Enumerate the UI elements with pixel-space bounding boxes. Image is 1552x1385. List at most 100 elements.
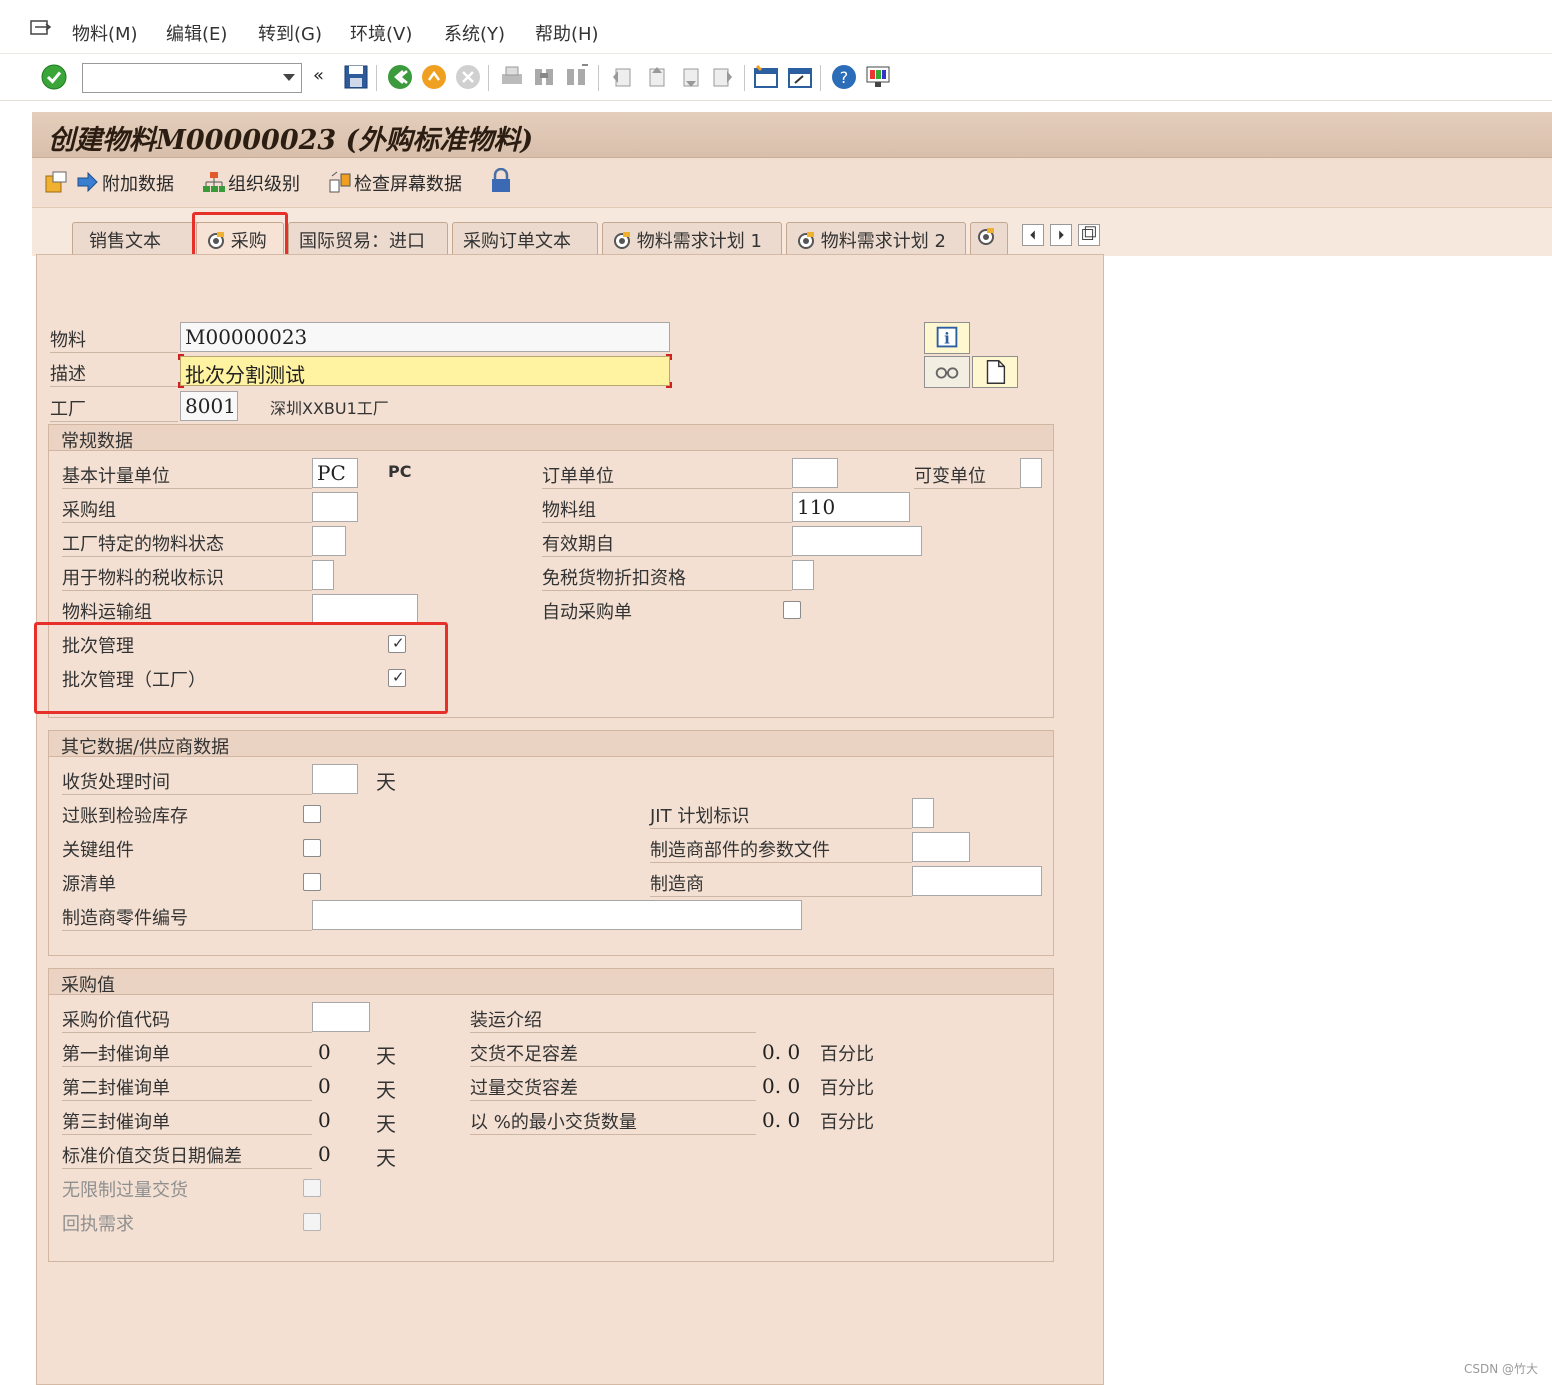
menu-material[interactable]: 物料(M) <box>72 20 138 46</box>
tab-label: 物料需求计划 2 <box>820 231 946 252</box>
mpn-field[interactable] <box>312 900 802 930</box>
reminder-1-label: 第一封催询单 <box>62 1040 312 1067</box>
double-chevron-left-icon[interactable]: « <box>313 65 324 86</box>
shortcut-icon[interactable] <box>786 63 814 91</box>
material-field[interactable]: M00000023 <box>180 322 670 352</box>
find-icon[interactable] <box>530 63 558 91</box>
reminder-3-label: 第三封催询单 <box>62 1108 312 1135</box>
document-icon <box>986 360 1006 384</box>
tab-po-text[interactable]: 采购订单文本 <box>452 222 598 254</box>
tab-foreign-trade-import[interactable]: 国际贸易：进口 <box>288 222 448 254</box>
overdelivery-tolerance-label: 过量交货容差 <box>470 1074 756 1101</box>
chevron-down-icon[interactable] <box>283 74 295 81</box>
document-button[interactable] <box>972 356 1018 388</box>
back-green-icon[interactable] <box>386 63 414 91</box>
find-next-icon[interactable] <box>562 63 590 91</box>
cancel-icon[interactable] <box>454 63 482 91</box>
source-list-label: 源清单 <box>62 874 116 895</box>
lock-icon[interactable] <box>490 168 512 194</box>
description-field[interactable]: 批次分割测试 <box>180 356 670 387</box>
menu-goto[interactable]: 转到(G) <box>258 20 322 46</box>
command-input[interactable] <box>83 64 273 90</box>
tab-status-icon <box>978 228 994 245</box>
print-icon[interactable] <box>498 63 526 91</box>
menu-system[interactable]: 系统(Y) <box>444 20 505 46</box>
views-icon[interactable] <box>44 170 68 194</box>
glasses-button[interactable] <box>924 356 970 388</box>
order-unit-field[interactable] <box>792 458 838 488</box>
min-delivery-qty-label: 以 %的最小交货数量 <box>470 1108 756 1135</box>
org-structure-icon[interactable] <box>202 170 226 194</box>
create-session-icon[interactable] <box>752 63 780 91</box>
menu-edit[interactable]: 编辑(E) <box>166 20 227 46</box>
gr-processing-time-unit: 天 <box>376 770 396 794</box>
org-levels-button[interactable]: 组织级别 <box>228 170 300 196</box>
arrow-right-icon[interactable] <box>76 172 98 192</box>
tab-mrp-1[interactable]: 物料需求计划 1 <box>602 222 782 254</box>
exit-icon[interactable] <box>420 63 448 91</box>
variable-unit-field[interactable] <box>1020 458 1042 488</box>
std-delivery-deviation-label: 标准价值交货日期偏差 <box>62 1142 312 1169</box>
group-title: 常规数据 <box>49 425 1053 452</box>
purchasing-value-key-label: 采购价值代码 <box>62 1006 312 1033</box>
tab-scroll-left-icon[interactable] <box>1022 224 1044 246</box>
additional-data-button[interactable]: 附加数据 <box>102 170 174 196</box>
transport-group-field[interactable] <box>312 594 418 624</box>
tab-label: 国际贸易：进口 <box>299 231 425 252</box>
check-data-icon[interactable] <box>328 170 352 194</box>
next-page-icon[interactable] <box>676 63 704 91</box>
variable-unit-label: 可变单位 <box>914 462 1020 489</box>
purchasing-group-field[interactable] <box>312 492 358 522</box>
tab-scroll-right-icon[interactable] <box>1050 224 1072 246</box>
jit-indicator-field[interactable] <box>912 798 934 828</box>
auto-po-checkbox[interactable] <box>783 601 801 619</box>
tab-mrp-2[interactable]: 物料需求计划 2 <box>786 222 966 254</box>
mpn-profile-field[interactable] <box>912 832 970 862</box>
save-icon[interactable] <box>342 63 370 91</box>
reminder-2-unit: 天 <box>376 1078 396 1102</box>
auto-po-label: 自动采购单 <box>542 602 632 623</box>
prev-page-icon[interactable] <box>642 63 670 91</box>
gr-processing-time-field[interactable] <box>312 764 358 794</box>
critical-part-label: 关键组件 <box>62 840 134 861</box>
tab-label: 销售文本 <box>89 231 161 252</box>
menu-environment[interactable]: 环境(V) <box>350 20 412 46</box>
check-screen-data-button[interactable]: 检查屏幕数据 <box>354 170 462 196</box>
acknowledgement-required-checkbox[interactable] <box>303 1213 321 1231</box>
purchasing-group-label: 采购组 <box>62 496 312 523</box>
info-button[interactable]: i <box>924 322 970 354</box>
tax-indicator-field[interactable] <box>312 560 334 590</box>
plant-status-field[interactable] <box>312 526 346 556</box>
overdelivery-tolerance-unit: 百分比 <box>820 1078 874 1099</box>
last-page-icon[interactable] <box>708 63 736 91</box>
critical-part-checkbox[interactable] <box>303 839 321 857</box>
plant-field[interactable]: 8001 <box>180 391 238 421</box>
layout-icon[interactable] <box>864 63 892 91</box>
base-uom-field[interactable]: PC <box>312 458 358 488</box>
tax-free-discount-field[interactable] <box>792 560 814 590</box>
underdelivery-tolerance-value: 0. 0 <box>762 1040 801 1064</box>
material-group-field[interactable]: 110 <box>792 492 910 522</box>
help-icon[interactable]: ? <box>830 63 858 91</box>
valid-from-field[interactable] <box>792 526 922 556</box>
tab-label: 物料需求计划 1 <box>636 231 762 252</box>
menu-icon[interactable] <box>30 20 52 38</box>
transport-group-label: 物料运输组 <box>62 598 312 625</box>
acknowledgement-required-label: 回执需求 <box>62 1214 134 1235</box>
min-delivery-qty-unit: 百分比 <box>820 1112 874 1133</box>
purchasing-value-key-field[interactable] <box>312 1002 370 1032</box>
source-list-checkbox[interactable] <box>303 873 321 891</box>
unlimited-overdelivery-checkbox[interactable] <box>303 1179 321 1197</box>
tab-list-icon[interactable] <box>1078 224 1100 246</box>
menu-help[interactable]: 帮助(H) <box>535 20 599 46</box>
enter-icon[interactable] <box>40 63 68 91</box>
manufacturer-field[interactable] <box>912 866 1042 896</box>
underdelivery-tolerance-unit: 百分比 <box>820 1044 874 1065</box>
plant-name: 深圳XXBU1工厂 <box>270 399 389 418</box>
first-page-icon[interactable] <box>608 63 636 91</box>
command-field[interactable] <box>82 63 302 93</box>
tab-more[interactable] <box>970 222 1008 254</box>
post-to-inspection-checkbox[interactable] <box>303 805 321 823</box>
std-delivery-deviation-unit: 天 <box>376 1146 396 1170</box>
mpn-profile-label: 制造商部件的参数文件 <box>650 836 912 863</box>
